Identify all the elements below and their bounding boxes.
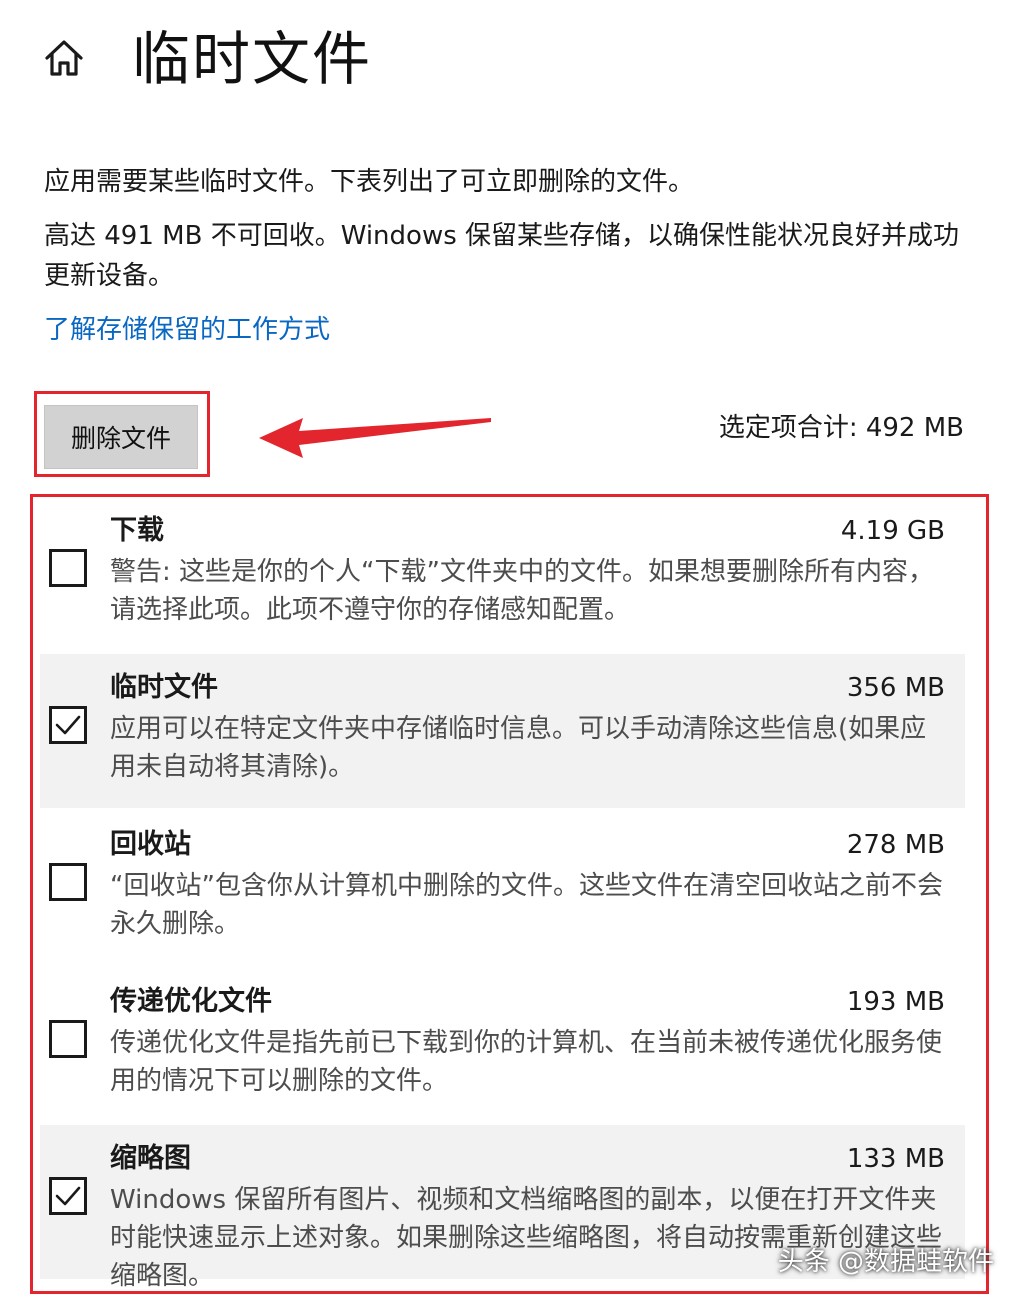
item-title: 回收站	[110, 829, 191, 860]
checkmark-icon	[55, 715, 81, 735]
item-title: 传递优化文件	[110, 986, 272, 1017]
item-size: 4.19 GB	[840, 516, 945, 546]
item-checkbox[interactable]	[49, 1177, 87, 1215]
item-description: 应用可以在特定文件夹中存储临时信息。可以手动清除这些信息(如果应用未自动将其清除…	[110, 714, 927, 782]
checkmark-icon	[55, 1186, 81, 1206]
description-line-2: 高达 491 MB 不可回收。Windows 保留某些存储，以确保性能状况良好并…	[44, 221, 960, 291]
item-size: 278 MB	[846, 830, 945, 860]
list-item[interactable]: 回收站 278 MB “回收站”包含你从计算机中删除的文件。这些文件在清空回收站之前…	[40, 811, 965, 965]
item-title: 临时文件	[110, 672, 218, 703]
description-line-1: 应用需要某些临时文件。下表列出了可立即删除的文件。	[44, 167, 695, 197]
list-item[interactable]: 传递优化文件 193 MB 传递优化文件是指先前已下载到你的计算机、在当前未被传递优…	[40, 968, 965, 1122]
item-title: 缩略图	[110, 1143, 191, 1174]
item-size: 133 MB	[846, 1144, 945, 1174]
item-checkbox[interactable]	[49, 706, 87, 744]
item-description: 传递优化文件是指先前已下载到你的计算机、在当前未被传递优化服务使用的情况下可以删…	[110, 1028, 943, 1096]
page-title: 临时文件	[132, 25, 373, 93]
item-checkbox[interactable]	[49, 1020, 87, 1058]
watermark: 头条 @数据蛙软件	[777, 1247, 994, 1277]
item-title: 下载	[110, 515, 164, 546]
item-description: 警告: 这些是你的个人“下载”文件夹中的文件。如果想要删除所有内容，请选择此项。…	[110, 557, 934, 625]
home-icon[interactable]	[42, 36, 86, 80]
list-item[interactable]: 临时文件 356 MB 应用可以在特定文件夹中存储临时信息。可以手动清除这些信息(如…	[40, 654, 965, 808]
list-item[interactable]: 下载 4.19 GB 警告: 这些是你的个人“下载”文件夹中的文件。如果想要删除所有…	[40, 497, 965, 651]
selected-total: 选定项合计: 492 MB	[718, 413, 964, 443]
item-size: 356 MB	[846, 673, 945, 703]
item-size: 193 MB	[846, 987, 945, 1017]
annotation-arrow-icon	[259, 418, 491, 458]
item-checkbox[interactable]	[49, 549, 87, 587]
learn-storage-reserve-link[interactable]: 了解存储保留的工作方式	[44, 310, 330, 350]
item-description: “回收站”包含你从计算机中删除的文件。这些文件在清空回收站之前不会永久删除。	[110, 871, 943, 939]
page-header: 临时文件	[42, 14, 372, 94]
delete-files-button[interactable]: 删除文件	[44, 405, 198, 469]
item-checkbox[interactable]	[49, 863, 87, 901]
